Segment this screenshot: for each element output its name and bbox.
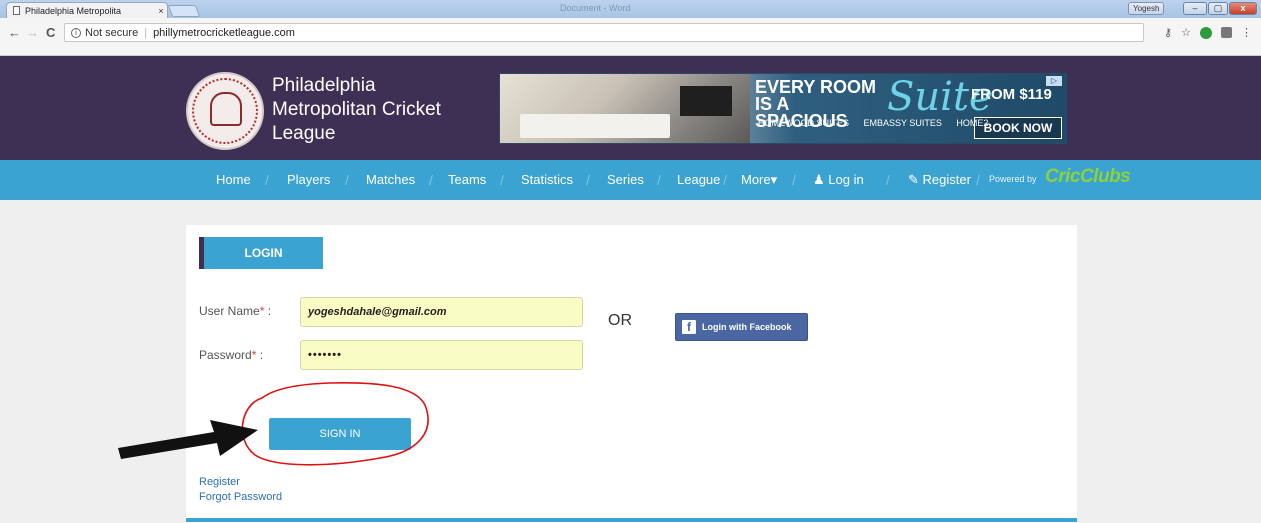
- ad-brand: EMBASSY SUITES: [863, 118, 942, 128]
- password-input[interactable]: •••••••: [300, 340, 583, 370]
- address-bar-row: ← → C i Not secure | phillymetrocricketl…: [0, 18, 1261, 56]
- nav-separator: /: [345, 172, 349, 188]
- browser-tabstrip: Philadelphia Metropolita × Document - Wo…: [0, 0, 1261, 18]
- profile-chip[interactable]: Yogesh: [1128, 2, 1165, 15]
- forward-icon[interactable]: →: [26, 25, 39, 40]
- reload-icon[interactable]: C: [46, 25, 55, 40]
- nav-separator: /: [500, 172, 504, 188]
- ad-room-image: [500, 74, 750, 143]
- extension-green-icon[interactable]: [1199, 26, 1212, 39]
- back-icon[interactable]: ←: [8, 25, 21, 40]
- nav-login[interactable]: ♟ Log in: [813, 172, 864, 188]
- hotel-advertisement[interactable]: EVERY ROOM IS A SPACIOUS Suite FROM $119…: [499, 73, 1067, 144]
- info-icon[interactable]: i: [71, 27, 81, 38]
- user-icon: ♟: [813, 172, 829, 187]
- tab-close-icon[interactable]: ×: [155, 6, 167, 16]
- nav-register[interactable]: ✎ Register: [908, 172, 971, 188]
- username-input[interactable]: yogeshdahale@gmail.com: [300, 297, 583, 327]
- login-card: [186, 225, 1077, 523]
- liberty-bell-icon: [210, 92, 242, 126]
- nav-more-dropdown[interactable]: More▾: [741, 172, 777, 188]
- label-colon: :: [256, 348, 264, 362]
- nav-teams[interactable]: Teams: [448, 172, 486, 187]
- nav-separator: /: [976, 172, 980, 188]
- nav-statistics[interactable]: Statistics: [521, 172, 573, 187]
- close-window-button[interactable]: x: [1229, 2, 1257, 15]
- new-tab-button[interactable]: [167, 5, 201, 17]
- nav-separator: /: [265, 172, 269, 188]
- password-label-text: Password: [199, 348, 252, 362]
- username-label: User Name* :: [199, 304, 271, 318]
- username-label-text: User Name: [199, 304, 260, 318]
- sign-in-button[interactable]: SIGN IN: [269, 418, 411, 450]
- star-icon[interactable]: ☆: [1181, 26, 1191, 39]
- cricclubs-logo[interactable]: CricClubs: [1045, 166, 1131, 188]
- nav-separator: /: [723, 172, 727, 188]
- minimize-button[interactable]: –: [1183, 2, 1207, 15]
- league-logo[interactable]: [186, 72, 264, 150]
- nav-matches[interactable]: Matches: [366, 172, 415, 187]
- browser-tab[interactable]: Philadelphia Metropolita ×: [6, 2, 168, 18]
- register-link[interactable]: Register: [199, 476, 240, 488]
- page-icon: [13, 6, 20, 15]
- site-name[interactable]: Philadelphia Metropolitan Cricket League: [272, 74, 472, 146]
- ad-tv-shape: [680, 86, 732, 116]
- edit-icon: ✎: [908, 172, 923, 187]
- nav-series[interactable]: Series: [607, 172, 644, 187]
- nav-separator: /: [886, 172, 890, 188]
- url-input[interactable]: i Not secure | phillymetrocricketleague.…: [64, 23, 1144, 42]
- nav-home[interactable]: Home: [216, 172, 251, 187]
- window-title: Document - Word: [560, 3, 631, 13]
- facebook-icon: f: [682, 320, 696, 334]
- nav-register-label: Register: [922, 172, 971, 187]
- extension-grey-icon[interactable]: [1220, 27, 1232, 38]
- facebook-login-label: Login with Facebook: [702, 322, 792, 332]
- or-divider-text: OR: [608, 312, 632, 329]
- maximize-button[interactable]: ▢: [1208, 2, 1228, 15]
- main-nav: Home / Players / Matches / Teams / Stati…: [0, 160, 1261, 200]
- nav-players[interactable]: Players: [287, 172, 330, 187]
- card-bottom-border: [186, 518, 1077, 522]
- login-tab[interactable]: LOGIN: [199, 237, 323, 269]
- extension-icons: ⚷ ☆ ⋮: [1164, 26, 1252, 39]
- nav-separator: /: [586, 172, 590, 188]
- ad-brand: HOME2: [956, 118, 989, 128]
- ad-bed-shape: [520, 114, 670, 138]
- url-text: phillymetrocricketleague.com: [153, 26, 295, 39]
- nav-separator: /: [792, 172, 796, 188]
- nav-separator: /: [429, 172, 433, 188]
- label-colon: :: [264, 304, 272, 318]
- password-label: Password* :: [199, 348, 263, 362]
- ad-brands: HOMEWOOD SUITES EMBASSY SUITES HOME2: [758, 118, 1000, 128]
- facebook-login-button[interactable]: f Login with Facebook: [675, 313, 808, 341]
- forgot-password-link[interactable]: Forgot Password: [199, 491, 282, 503]
- menu-icon[interactable]: ⋮: [1241, 26, 1252, 39]
- nav-league[interactable]: League: [677, 172, 720, 187]
- security-status: Not secure: [85, 26, 139, 39]
- powered-by-label: Powered by: [989, 174, 1037, 184]
- adchoices-icon[interactable]: ▷: [1046, 76, 1062, 86]
- ad-brand: HOMEWOOD SUITES: [758, 118, 850, 128]
- key-icon[interactable]: ⚷: [1164, 26, 1172, 39]
- nav-separator: /: [657, 172, 661, 188]
- ad-price: FROM $119: [971, 86, 1052, 103]
- tab-title: Philadelphia Metropolita: [25, 5, 122, 16]
- url-divider: |: [144, 26, 148, 39]
- nav-login-label: Log in: [828, 172, 864, 187]
